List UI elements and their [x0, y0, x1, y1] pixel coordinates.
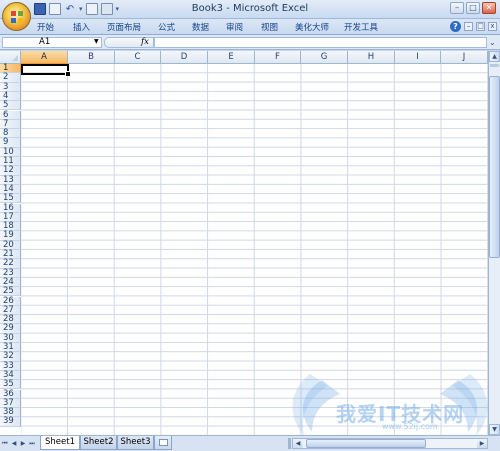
- vertical-scroll-thumb[interactable]: [489, 76, 500, 258]
- last-sheet-icon[interactable]: ⏭: [28, 439, 36, 448]
- column-header[interactable]: D: [161, 51, 208, 64]
- horizontal-scrollbar[interactable]: ◀ ▶: [292, 438, 488, 449]
- vertical-scrollbar[interactable]: ▲ ▼: [488, 51, 500, 435]
- scroll-right-icon[interactable]: ▶: [477, 439, 487, 448]
- scroll-down-icon[interactable]: ▼: [489, 424, 500, 435]
- active-cell-cursor[interactable]: [21, 64, 71, 77]
- name-box[interactable]: A1: [2, 37, 102, 48]
- tab-home[interactable]: 开始: [37, 21, 54, 34]
- tab-view[interactable]: 视图: [261, 21, 278, 34]
- restore-button[interactable]: □: [466, 2, 480, 14]
- tab-beautify-master[interactable]: 美化大师: [295, 21, 329, 34]
- tab-formulas[interactable]: 公式: [158, 21, 175, 34]
- insert-function-button[interactable]: fx: [141, 37, 149, 47]
- title-bar: ↶ ▾ ▾ Book3 - Microsoft Excel – □ ✕: [0, 0, 500, 19]
- expand-formula-bar-icon[interactable]: ⌄: [489, 38, 496, 47]
- workbook-close-button[interactable]: x: [488, 22, 497, 31]
- minimize-button[interactable]: –: [450, 2, 464, 14]
- tab-insert[interactable]: 插入: [73, 21, 90, 34]
- new-sheet-icon: [159, 439, 168, 446]
- ribbon-right-controls: ? – □ x: [450, 21, 497, 32]
- sheet-tab-sheet3[interactable]: Sheet3: [117, 436, 154, 450]
- tab-developer[interactable]: 开发工具: [344, 21, 378, 34]
- name-box-dropdown-icon[interactable]: ▼: [94, 38, 99, 45]
- scroll-left-icon[interactable]: ◀: [293, 439, 303, 448]
- column-header[interactable]: C: [115, 51, 161, 64]
- tab-review[interactable]: 审阅: [226, 21, 243, 34]
- workbook-minimize-button[interactable]: –: [464, 22, 473, 31]
- close-button[interactable]: ✕: [482, 2, 496, 14]
- previous-sheet-icon[interactable]: ◀: [10, 439, 18, 448]
- sheet-tab-sheet1[interactable]: Sheet1: [40, 436, 80, 450]
- formula-bar: A1 ▼ fx ⌄: [0, 35, 500, 50]
- column-header[interactable]: I: [395, 51, 441, 64]
- sheet-navigation: ⏮ ◀ ▶ ⏭: [1, 439, 36, 448]
- column-header[interactable]: E: [208, 51, 255, 64]
- column-header[interactable]: J: [441, 51, 488, 64]
- first-sheet-icon[interactable]: ⏮: [1, 439, 9, 448]
- tab-split-handle[interactable]: [288, 438, 291, 449]
- column-header[interactable]: G: [301, 51, 348, 64]
- row-header[interactable]: 39: [0, 417, 21, 427]
- split-handle[interactable]: [490, 64, 499, 67]
- horizontal-scroll-thumb[interactable]: [306, 439, 426, 448]
- column-header[interactable]: B: [68, 51, 115, 64]
- insert-sheet-button[interactable]: [154, 436, 172, 450]
- office-logo-icon: [11, 11, 23, 23]
- cell-area[interactable]: [21, 64, 488, 435]
- column-header[interactable]: H: [348, 51, 395, 64]
- office-button[interactable]: [2, 2, 31, 31]
- next-sheet-icon[interactable]: ▶: [19, 439, 27, 448]
- help-icon[interactable]: ?: [450, 21, 461, 32]
- sheet-tab-sheet2[interactable]: Sheet2: [80, 436, 117, 450]
- tab-page-layout[interactable]: 页面布局: [107, 21, 141, 34]
- tab-data[interactable]: 数据: [192, 21, 209, 34]
- sheet-tab-bar: ⏮ ◀ ▶ ⏭ Sheet1 Sheet2 Sheet3 ◀ ▶: [0, 435, 500, 451]
- formula-input[interactable]: [154, 37, 487, 48]
- column-header[interactable]: A: [21, 51, 68, 64]
- window-controls: – □ ✕: [450, 2, 496, 14]
- workbook-restore-button[interactable]: □: [476, 22, 485, 31]
- column-header[interactable]: F: [255, 51, 301, 64]
- scroll-up-icon[interactable]: ▲: [489, 51, 500, 62]
- window-title: Book3 - Microsoft Excel: [191, 3, 309, 14]
- ribbon-tab-bar: 开始 插入 页面布局 公式 数据 审阅 视图 美化大师 开发工具 ? – □ x: [0, 19, 500, 35]
- worksheet-grid: A B C D E F G H I J 1 2 3 4 5 6 7 8 9 10 11 12 13 14 1…: [0, 51, 488, 435]
